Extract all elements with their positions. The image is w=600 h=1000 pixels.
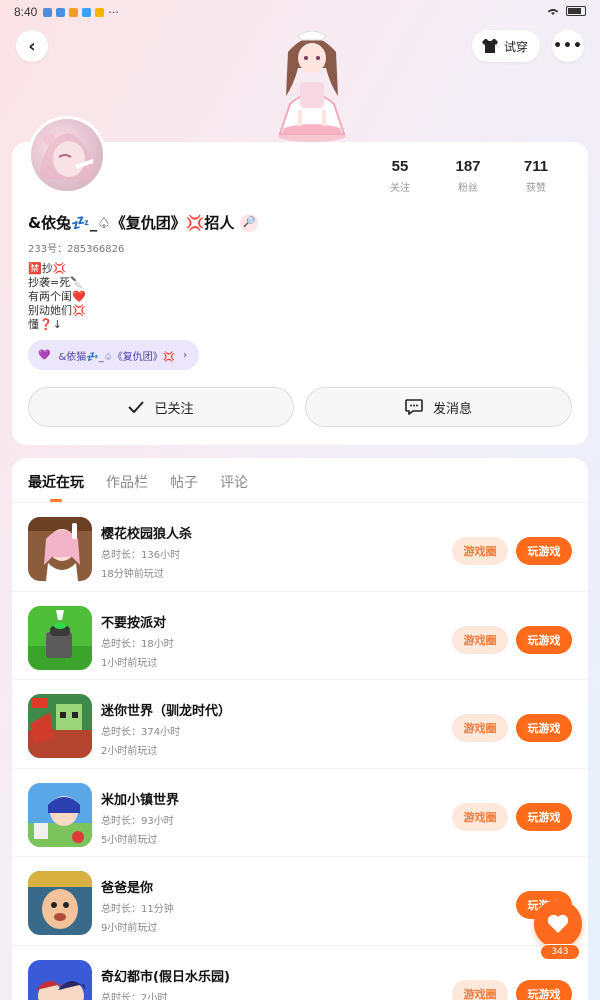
play-game-button[interactable]: 玩游戏 <box>516 625 572 654</box>
game-circle-button[interactable]: 游戏圈 <box>452 714 508 742</box>
chevron-right-icon: › <box>183 349 188 361</box>
like-fab-button[interactable] <box>534 900 582 948</box>
system-icons <box>546 5 586 16</box>
more-dots-icon: ••• <box>553 38 583 54</box>
checkmark-icon <box>128 401 145 413</box>
game-row[interactable]: 奇幻都市(假日水乐园) 总时长：2小时 游戏圈 玩游戏 <box>12 946 588 1000</box>
more-options-button[interactable]: ••• <box>552 30 584 62</box>
status-bar: 8:40 ··· <box>0 0 600 24</box>
play-game-button[interactable]: 玩游戏 <box>516 714 572 742</box>
app-notification-icon <box>56 7 66 17</box>
user-avatar[interactable] <box>28 116 106 194</box>
game-duration: 总时长：93小时 <box>101 815 174 827</box>
play-game-button[interactable]: 玩游戏 <box>516 537 572 565</box>
send-message-button[interactable]: 发消息 <box>305 387 572 427</box>
character-illustration[interactable] <box>270 24 354 142</box>
notification-icons: ··· <box>43 6 119 19</box>
back-button[interactable]: ‹ <box>16 30 48 62</box>
more-notifications-icon: ··· <box>108 5 119 19</box>
game-circle-button[interactable]: 游戏圈 <box>452 537 508 565</box>
tab-comments[interactable]: 评论 <box>220 472 248 502</box>
group-tag[interactable]: 💜 &依猫💤_♤《复仇团》💢 › <box>28 340 200 370</box>
game-circle-button[interactable]: 游戏圈 <box>452 625 508 654</box>
game-last-played: 5小时前玩过 <box>101 834 158 846</box>
app-notification-icon <box>69 7 79 17</box>
game-row[interactable]: 迷你世界（驯龙时代） 总时长：374小时 2小时前玩过 游戏圈 玩游戏 <box>12 680 588 769</box>
app-notification-icon <box>82 7 92 17</box>
back-arrow-icon: ‹ <box>28 35 36 57</box>
following-count: 55 <box>391 158 409 175</box>
stat-following[interactable]: 55 关注 <box>366 158 434 194</box>
stat-likes[interactable]: 711 获赞 <box>502 158 570 194</box>
recent-games-card: 最近在玩 作品栏 帖子 评论 樱花校园狼人杀 总时长：136小时 18分钟前玩过… <box>12 458 588 1000</box>
game-icon-whos-your-daddy[interactable] <box>28 871 92 935</box>
likes-label: 获赞 <box>526 183 546 194</box>
wifi-icon <box>547 8 559 15</box>
app-notification-icon <box>95 7 105 17</box>
game-row[interactable]: 不要按派对 总时长：18小时 1小时前玩过 游戏圈 玩游戏 <box>12 592 588 680</box>
group-tag-label: &依猫💤_♤《复仇团》💢 <box>58 351 176 363</box>
app-notification-icon <box>43 7 53 17</box>
tab-recently-played[interactable]: 最近在玩 <box>28 472 84 502</box>
likes-count: 711 <box>523 158 549 175</box>
try-on-button[interactable]: 试穿 <box>471 30 540 62</box>
game-name: 不要按派对 <box>101 615 167 631</box>
user-id: 233号：285366826 <box>28 244 125 255</box>
play-game-button[interactable]: 玩游戏 <box>516 802 572 831</box>
avatar-illustration <box>39 133 95 179</box>
followers-label: 粉丝 <box>458 183 478 194</box>
profile-stats: 55 关注 187 粉丝 711 获赞 <box>366 158 570 194</box>
game-icon-sakura-school[interactable] <box>28 517 92 581</box>
game-row[interactable]: 米加小镇世界 总时长：93小时 5小时前玩过 游戏圈 玩游戏 <box>12 769 588 857</box>
following-label: 关注 <box>390 183 410 194</box>
game-circle-button[interactable]: 游戏圈 <box>452 979 508 1000</box>
game-icon-miga-town[interactable] <box>28 782 92 847</box>
game-name: 米加小镇世界 <box>101 792 180 808</box>
profile-card: 55 关注 187 粉丝 711 获赞 &依兔💤_♤《复仇团》💢招人 🔎 233… <box>12 116 588 445</box>
game-duration: 总时长：18小时 <box>101 638 174 650</box>
game-name: 奇幻都市(假日水乐园) <box>101 969 230 985</box>
game-last-played: 18分钟前玩过 <box>101 569 164 580</box>
game-duration: 总时长：11分钟 <box>101 904 174 915</box>
game-row[interactable]: 樱花校园狼人杀 总时长：136小时 18分钟前玩过 游戏圈 玩游戏 <box>12 503 588 592</box>
battery-icon <box>566 5 586 16</box>
search-icon[interactable]: 🔎 <box>240 213 259 232</box>
stat-followers[interactable]: 187 粉丝 <box>434 158 502 194</box>
chat-bubble-icon <box>405 399 423 415</box>
play-game-button[interactable]: 玩游戏 <box>516 979 572 1000</box>
user-bio: 🈲抄💢 抄袭=死🔪 有两个闺❤️ 别动她们💢 懂❓↓ <box>28 262 86 331</box>
game-duration: 总时长：2小时 <box>101 992 168 1000</box>
game-icon-fantasy-city[interactable] <box>28 959 92 1000</box>
game-list: 樱花校园狼人杀 总时长：136小时 18分钟前玩过 游戏圈 玩游戏 不要按派对 … <box>12 503 588 1000</box>
heart-icon: 💜 <box>38 349 51 361</box>
send-message-label: 发消息 <box>432 401 472 417</box>
try-on-label: 试穿 <box>503 39 528 54</box>
status-time: 8:40 <box>14 5 38 19</box>
profile-tabs: 最近在玩 作品栏 帖子 评论 <box>28 472 248 502</box>
nickname-row: &依兔💤_♤《复仇团》💢招人 🔎 <box>28 212 259 233</box>
shirt-icon <box>481 39 498 53</box>
heart-icon <box>547 914 569 933</box>
game-icon-mini-world[interactable] <box>28 694 92 758</box>
tab-works[interactable]: 作品栏 <box>106 472 148 502</box>
followers-count: 187 <box>455 158 481 175</box>
game-duration: 总时长：374小时 <box>101 727 181 738</box>
followed-button[interactable]: 已关注 <box>28 387 294 427</box>
game-last-played: 2小时前玩过 <box>101 746 158 757</box>
followed-label: 已关注 <box>154 401 194 417</box>
game-name: 爸爸是你 <box>101 881 154 896</box>
game-row[interactable]: 爸爸是你 总时长：11分钟 9小时前玩过 玩游戏 <box>12 857 588 946</box>
game-last-played: 9小时前玩过 <box>101 923 158 934</box>
nickname: &依兔💤_♤《复仇团》💢招人 <box>28 214 235 232</box>
game-circle-button[interactable]: 游戏圈 <box>452 802 508 831</box>
game-icon-dont-press-party[interactable] <box>28 605 92 670</box>
game-duration: 总时长：136小时 <box>101 550 181 561</box>
tab-posts[interactable]: 帖子 <box>170 472 198 502</box>
game-name: 迷你世界（驯龙时代） <box>101 704 232 719</box>
game-name: 樱花校园狼人杀 <box>101 527 193 542</box>
game-last-played: 1小时前玩过 <box>101 657 158 669</box>
like-count-badge: 343 <box>540 944 580 960</box>
